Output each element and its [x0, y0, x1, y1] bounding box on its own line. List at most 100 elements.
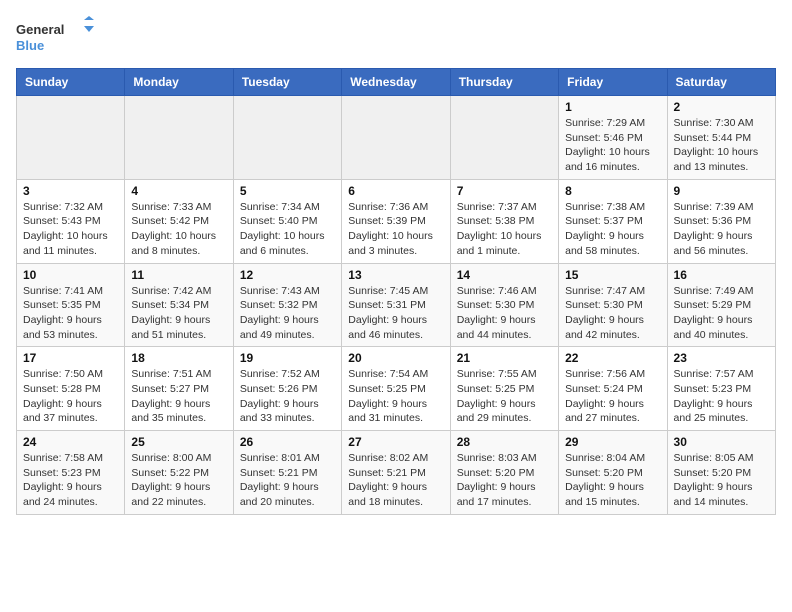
page-header: General Blue: [16, 16, 776, 56]
day-info: Sunrise: 7:58 AMSunset: 5:23 PMDaylight:…: [23, 451, 118, 510]
day-number: 1: [565, 100, 660, 114]
day-cell: 20 Sunrise: 7:54 AMSunset: 5:25 PMDayligh…: [342, 347, 450, 431]
day-cell: [233, 96, 341, 180]
svg-text:Blue: Blue: [16, 38, 44, 53]
day-cell: 15 Sunrise: 7:47 AMSunset: 5:30 PMDayligh…: [559, 263, 667, 347]
day-cell: 12 Sunrise: 7:43 AMSunset: 5:32 PMDayligh…: [233, 263, 341, 347]
column-header-wednesday: Wednesday: [342, 69, 450, 96]
column-header-friday: Friday: [559, 69, 667, 96]
day-cell: [342, 96, 450, 180]
day-number: 20: [348, 351, 443, 365]
day-number: 13: [348, 268, 443, 282]
day-cell: 19Sunrise: 7:52 AMSunset: 5:26 PMDayligh…: [233, 347, 341, 431]
day-cell: 14 Sunrise: 7:46 AMSunset: 5:30 PMDayligh…: [450, 263, 558, 347]
day-cell: 7 Sunrise: 7:37 AMSunset: 5:38 PMDaylight…: [450, 179, 558, 263]
day-cell: [17, 96, 125, 180]
day-cell: 30Sunrise: 8:05 AMSunset: 5:20 PMDayligh…: [667, 431, 775, 515]
day-info: Sunrise: 7:46 AMSunset: 5:30 PMDaylight:…: [457, 284, 552, 343]
day-cell: 22Sunrise: 7:56 AMSunset: 5:24 PMDayligh…: [559, 347, 667, 431]
day-cell: 16 Sunrise: 7:49 AMSunset: 5:29 PMDayligh…: [667, 263, 775, 347]
day-info: Sunrise: 7:49 AMSunset: 5:29 PMDaylight:…: [674, 284, 769, 343]
day-info: Sunrise: 8:04 AMSunset: 5:20 PMDaylight:…: [565, 451, 660, 510]
day-info: Sunrise: 7:33 AMSunset: 5:42 PMDaylight:…: [131, 200, 226, 259]
day-info: Sunrise: 7:37 AMSunset: 5:38 PMDaylight:…: [457, 200, 552, 259]
column-header-saturday: Saturday: [667, 69, 775, 96]
day-number: 11: [131, 268, 226, 282]
day-cell: 29Sunrise: 8:04 AMSunset: 5:20 PMDayligh…: [559, 431, 667, 515]
day-cell: 28 Sunrise: 8:03 AMSunset: 5:20 PMDayligh…: [450, 431, 558, 515]
day-info: Sunrise: 7:32 AMSunset: 5:43 PMDaylight:…: [23, 200, 118, 259]
day-number: 5: [240, 184, 335, 198]
week-row: 24 Sunrise: 7:58 AMSunset: 5:23 PMDayligh…: [17, 431, 776, 515]
day-info: Sunrise: 7:36 AMSunset: 5:39 PMDaylight:…: [348, 200, 443, 259]
day-number: 14: [457, 268, 552, 282]
day-info: Sunrise: 7:34 AMSunset: 5:40 PMDaylight:…: [240, 200, 335, 259]
day-cell: 24 Sunrise: 7:58 AMSunset: 5:23 PMDayligh…: [17, 431, 125, 515]
day-number: 3: [23, 184, 118, 198]
day-cell: 27 Sunrise: 8:02 AMSunset: 5:21 PMDayligh…: [342, 431, 450, 515]
day-info: Sunrise: 8:01 AMSunset: 5:21 PMDaylight:…: [240, 451, 335, 510]
calendar-body: 1Sunrise: 7:29 AMSunset: 5:46 PMDaylight…: [17, 96, 776, 515]
day-number: 26: [240, 435, 335, 449]
day-cell: 2 Sunrise: 7:30 AMSunset: 5:44 PMDaylight…: [667, 96, 775, 180]
day-number: 6: [348, 184, 443, 198]
day-cell: 11 Sunrise: 7:42 AMSunset: 5:34 PMDayligh…: [125, 263, 233, 347]
day-info: Sunrise: 8:03 AMSunset: 5:20 PMDaylight:…: [457, 451, 552, 510]
day-number: 8: [565, 184, 660, 198]
day-info: Sunrise: 7:57 AMSunset: 5:23 PMDaylight:…: [674, 367, 769, 426]
day-number: 23: [674, 351, 769, 365]
day-cell: 23 Sunrise: 7:57 AMSunset: 5:23 PMDayligh…: [667, 347, 775, 431]
column-header-sunday: Sunday: [17, 69, 125, 96]
day-info: Sunrise: 7:56 AMSunset: 5:24 PMDaylight:…: [565, 367, 660, 426]
week-row: 17 Sunrise: 7:50 AMSunset: 5:28 PMDayligh…: [17, 347, 776, 431]
day-cell: 3 Sunrise: 7:32 AMSunset: 5:43 PMDaylight…: [17, 179, 125, 263]
day-number: 30: [674, 435, 769, 449]
day-cell: 13Sunrise: 7:45 AMSunset: 5:31 PMDayligh…: [342, 263, 450, 347]
day-number: 16: [674, 268, 769, 282]
day-info: Sunrise: 7:43 AMSunset: 5:32 PMDaylight:…: [240, 284, 335, 343]
day-number: 7: [457, 184, 552, 198]
column-header-tuesday: Tuesday: [233, 69, 341, 96]
day-info: Sunrise: 7:55 AMSunset: 5:25 PMDaylight:…: [457, 367, 552, 426]
day-info: Sunrise: 7:54 AMSunset: 5:25 PMDaylight:…: [348, 367, 443, 426]
day-cell: 25 Sunrise: 8:00 AMSunset: 5:22 PMDayligh…: [125, 431, 233, 515]
day-number: 18: [131, 351, 226, 365]
day-cell: 18 Sunrise: 7:51 AMSunset: 5:27 PMDayligh…: [125, 347, 233, 431]
day-cell: [125, 96, 233, 180]
day-number: 24: [23, 435, 118, 449]
day-info: Sunrise: 8:02 AMSunset: 5:21 PMDaylight:…: [348, 451, 443, 510]
day-cell: 26 Sunrise: 8:01 AMSunset: 5:21 PMDayligh…: [233, 431, 341, 515]
day-number: 15: [565, 268, 660, 282]
day-number: 10: [23, 268, 118, 282]
column-header-monday: Monday: [125, 69, 233, 96]
day-info: Sunrise: 7:47 AMSunset: 5:30 PMDaylight:…: [565, 284, 660, 343]
day-cell: 9Sunrise: 7:39 AMSunset: 5:36 PMDaylight…: [667, 179, 775, 263]
day-number: 17: [23, 351, 118, 365]
svg-text:General: General: [16, 22, 64, 37]
day-info: Sunrise: 7:42 AMSunset: 5:34 PMDaylight:…: [131, 284, 226, 343]
day-info: Sunrise: 7:41 AMSunset: 5:35 PMDaylight:…: [23, 284, 118, 343]
day-number: 27: [348, 435, 443, 449]
day-number: 19: [240, 351, 335, 365]
day-cell: 5 Sunrise: 7:34 AMSunset: 5:40 PMDaylight…: [233, 179, 341, 263]
logo: General Blue: [16, 16, 96, 56]
day-info: Sunrise: 7:50 AMSunset: 5:28 PMDaylight:…: [23, 367, 118, 426]
day-number: 2: [674, 100, 769, 114]
day-cell: 10 Sunrise: 7:41 AMSunset: 5:35 PMDayligh…: [17, 263, 125, 347]
week-row: 3 Sunrise: 7:32 AMSunset: 5:43 PMDaylight…: [17, 179, 776, 263]
day-number: 21: [457, 351, 552, 365]
day-number: 25: [131, 435, 226, 449]
day-number: 4: [131, 184, 226, 198]
day-number: 28: [457, 435, 552, 449]
day-info: Sunrise: 7:30 AMSunset: 5:44 PMDaylight:…: [674, 116, 769, 175]
header-row: SundayMondayTuesdayWednesdayThursdayFrid…: [17, 69, 776, 96]
day-info: Sunrise: 8:00 AMSunset: 5:22 PMDaylight:…: [131, 451, 226, 510]
column-header-thursday: Thursday: [450, 69, 558, 96]
day-cell: [450, 96, 558, 180]
day-number: 12: [240, 268, 335, 282]
day-info: Sunrise: 7:51 AMSunset: 5:27 PMDaylight:…: [131, 367, 226, 426]
calendar-header: SundayMondayTuesdayWednesdayThursdayFrid…: [17, 69, 776, 96]
week-row: 1Sunrise: 7:29 AMSunset: 5:46 PMDaylight…: [17, 96, 776, 180]
day-cell: 4 Sunrise: 7:33 AMSunset: 5:42 PMDaylight…: [125, 179, 233, 263]
day-number: 9: [674, 184, 769, 198]
